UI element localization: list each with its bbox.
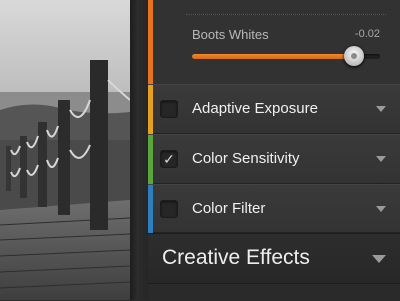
next-section-strip: [148, 283, 400, 301]
photo-preview: [0, 0, 130, 300]
boardwalk-photo: [0, 0, 130, 300]
chevron-down-icon[interactable]: [372, 255, 386, 263]
slider-value: -0.02: [354, 28, 380, 40]
adjustments-panel: Boots Whites -0.02 Adaptive Exposure ✓ C…: [148, 0, 400, 301]
row-label: Adaptive Exposure: [192, 100, 318, 117]
section-title: Creative Effects: [162, 246, 310, 269]
panel-divider: [130, 0, 148, 300]
row-label: Color Sensitivity: [192, 150, 300, 167]
chevron-down-icon[interactable]: [376, 206, 386, 212]
color-sensitivity-checkbox[interactable]: ✓: [160, 150, 178, 168]
row-accent-bar: [148, 85, 153, 135]
adaptive-exposure-row[interactable]: Adaptive Exposure: [148, 84, 400, 135]
adaptive-exposure-checkbox[interactable]: [160, 100, 178, 118]
chevron-down-icon[interactable]: [376, 156, 386, 162]
color-sensitivity-row[interactable]: ✓ Color Sensitivity: [148, 134, 400, 185]
row-label: Color Filter: [192, 200, 266, 217]
creative-effects-section[interactable]: Creative Effects: [148, 233, 400, 283]
slider-accent-bar: [148, 0, 153, 84]
row-accent-bar: [148, 185, 153, 234]
slider-section: Boots Whites -0.02: [148, 0, 400, 85]
color-filter-row[interactable]: Color Filter: [148, 184, 400, 234]
color-filter-checkbox[interactable]: [160, 200, 178, 218]
row-accent-bar: [148, 135, 153, 185]
slider-thumb[interactable]: [343, 46, 364, 66]
dotted-separator: [186, 14, 386, 15]
slider-fill: [192, 54, 354, 59]
chevron-down-icon[interactable]: [376, 106, 386, 112]
slider-label: Boots Whites: [192, 27, 269, 42]
